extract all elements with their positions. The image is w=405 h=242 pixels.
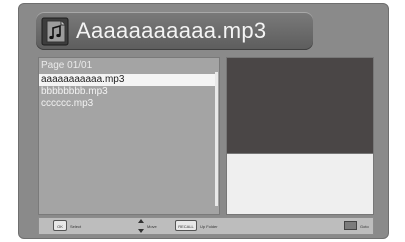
file-list-panel: Page 01/01 aaaaaaaaaaa.mp3 bbbbbbbb.mp3 …: [38, 57, 220, 215]
title-bar: Aaaaaaaaaaa.mp3: [36, 12, 313, 50]
title-filename: Aaaaaaaaaaa.mp3: [76, 18, 267, 43]
file-list-item[interactable]: aaaaaaaaaaa.mp3: [39, 74, 215, 86]
up-down-arrow-icon: [138, 219, 144, 233]
ok-key-button[interactable]: OK: [53, 220, 67, 231]
key-hint-bar: OK Select Move RECALL Up Folder Goto: [38, 217, 374, 235]
preview-image-area: [226, 57, 374, 154]
recall-key-button[interactable]: RECALL: [175, 220, 197, 231]
file-list-item[interactable]: cccccc.mp3: [39, 98, 215, 110]
list-scrollbar[interactable]: [215, 72, 218, 206]
file-list-item[interactable]: bbbbbbbb.mp3: [39, 86, 215, 98]
media-browser-screen: Aaaaaaaaaaa.mp3 Page 01/01 aaaaaaaaaaa.m…: [18, 3, 389, 239]
ok-hint-label: Select: [70, 224, 82, 229]
move-hint-label: Move: [147, 224, 157, 229]
goto-key-button[interactable]: [344, 221, 357, 230]
goto-hint-label: Goto: [360, 224, 369, 229]
page-indicator: Page 01/01: [41, 60, 93, 71]
preview-info-area: [226, 154, 374, 215]
recall-hint-label: Up Folder: [200, 224, 218, 229]
music-file-icon: [41, 17, 69, 46]
